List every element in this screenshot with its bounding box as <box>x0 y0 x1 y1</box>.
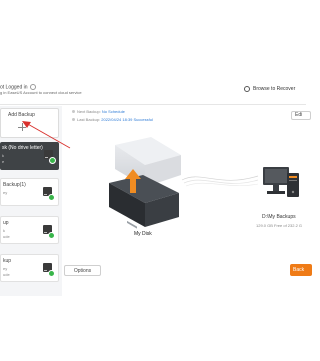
browse-to-recover-button[interactable]: Browse to Recover <box>244 86 295 92</box>
backup-task-item[interactable]: Backup(1) ey <box>0 178 59 206</box>
bullet-icon <box>72 118 75 122</box>
account-subtitle[interactable]: g in EaseUS Account to connect cloud ser… <box>0 90 82 95</box>
transfer-flow <box>181 175 259 187</box>
success-check-icon <box>48 194 55 201</box>
next-backup-info: Next Backup: No Schedule <box>72 109 125 114</box>
edit-button[interactable]: Edi <box>291 111 311 120</box>
success-check-icon <box>48 232 55 239</box>
disk-icon <box>109 137 181 229</box>
destination-label: D:\My Backups <box>262 214 296 220</box>
task-detail: ude <box>3 272 10 277</box>
next-backup-value[interactable]: No Schedule <box>102 109 125 114</box>
options-button[interactable]: Options <box>64 265 101 276</box>
destination-free-space: 129.0 GB Free of 232.2 G <box>256 223 303 228</box>
task-detail: e <box>2 159 5 164</box>
computer-icon <box>263 167 299 197</box>
browse-to-recover-label: Browse to Recover <box>253 86 296 92</box>
backup-now-button[interactable]: Back <box>290 264 312 276</box>
annotation-arrow <box>22 121 71 149</box>
backup-task-item[interactable]: kup ey ude <box>0 254 59 282</box>
source-label: My Disk <box>134 231 152 237</box>
last-backup-value: 2022/04/24 18:39 Successful <box>101 117 153 122</box>
options-label: Options <box>73 267 92 274</box>
task-detail: ude <box>3 234 10 239</box>
task-title: kup <box>3 258 12 264</box>
task-detail: ey <box>3 266 8 271</box>
task-detail: ey <box>3 190 8 195</box>
next-backup-label: Next Backup: <box>77 109 101 114</box>
success-check-icon <box>49 157 56 164</box>
last-backup-info: Last Backup: 2022/04/24 18:39 Successful <box>72 117 153 122</box>
bullet-icon <box>72 110 75 114</box>
task-detail: k <box>3 228 5 233</box>
task-title: Backup(1) <box>3 182 26 188</box>
header-divider <box>0 104 306 105</box>
last-backup-label: Last Backup: <box>77 117 101 122</box>
task-title: up <box>3 220 9 226</box>
backup-task-item[interactable]: up k ude <box>0 216 59 244</box>
success-check-icon <box>48 270 55 277</box>
search-icon <box>244 86 250 92</box>
task-detail: k <box>2 153 4 158</box>
